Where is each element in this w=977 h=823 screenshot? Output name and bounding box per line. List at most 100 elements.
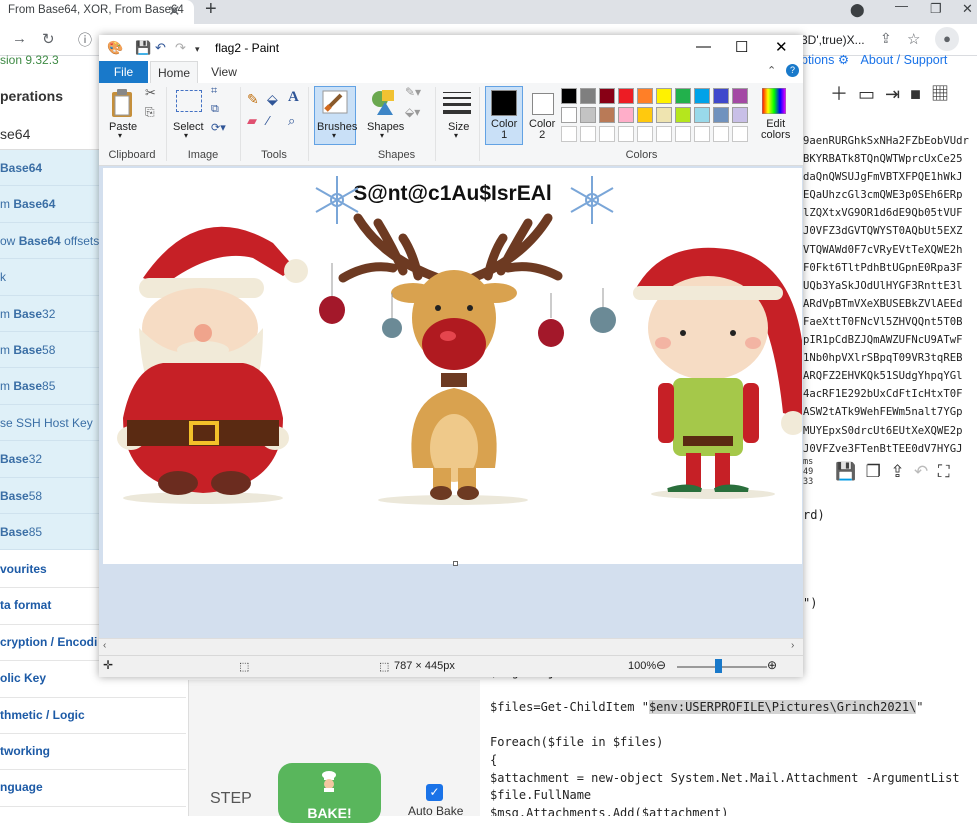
- canvas-area[interactable]: S@nt@c1Au$IsrEAl: [99, 166, 803, 638]
- shapes-label[interactable]: Shapes: [367, 121, 404, 133]
- palette-swatch[interactable]: [561, 107, 577, 123]
- palette-swatch[interactable]: [599, 107, 615, 123]
- minimize-icon[interactable]: —: [895, 0, 908, 13]
- operation-item[interactable]: m Base58: [0, 331, 100, 369]
- brush-icon[interactable]: [321, 89, 349, 115]
- scroll-right-icon[interactable]: ›: [791, 640, 794, 651]
- operation-item[interactable]: k: [0, 259, 100, 296]
- step-button[interactable]: STEP: [210, 790, 252, 808]
- pencil-icon[interactable]: ✎: [247, 91, 259, 108]
- palette-swatch[interactable]: [580, 126, 596, 142]
- quick-redo-icon[interactable]: ↷: [175, 40, 186, 56]
- palette-swatch[interactable]: [675, 107, 691, 123]
- magnifier-icon[interactable]: ⌕: [288, 113, 295, 129]
- gear-icon[interactable]: ⚙: [838, 53, 853, 67]
- operation-item[interactable]: m Base32: [0, 295, 100, 332]
- canvas-resize-handle[interactable]: [453, 561, 458, 566]
- palette-swatch[interactable]: [637, 107, 653, 123]
- paint-app-icon[interactable]: 🎨: [107, 40, 123, 56]
- replace-input-icon[interactable]: ⇪: [890, 462, 904, 481]
- paste-dropdown-icon[interactable]: ▾: [118, 131, 122, 140]
- zoom-slider-thumb[interactable]: [715, 659, 722, 673]
- site-info-icon[interactable]: ⓘ: [78, 30, 92, 50]
- address-bar-text[interactable]: 3D',true)X...: [801, 33, 865, 47]
- save-icon[interactable]: 💾: [835, 462, 856, 481]
- palette-swatch[interactable]: [599, 88, 615, 104]
- shapes-dropdown-icon[interactable]: ▾: [380, 131, 384, 140]
- resize-icon[interactable]: ⧉: [211, 103, 219, 116]
- palette-swatch[interactable]: [713, 107, 729, 123]
- layout-icon[interactable]: ▦: [931, 84, 949, 104]
- text-icon[interactable]: A: [288, 89, 299, 106]
- palette-swatch[interactable]: [713, 126, 729, 142]
- open-file-icon[interactable]: ⇥: [885, 84, 900, 104]
- zoom-out-icon[interactable]: ⊖: [656, 658, 666, 672]
- category-item[interactable]: thmetic / Logic: [0, 697, 186, 734]
- operation-item[interactable]: se SSH Host Key: [0, 404, 100, 442]
- palette-swatch[interactable]: [694, 88, 710, 104]
- eraser-icon[interactable]: ▰: [247, 113, 257, 129]
- palette-swatch[interactable]: [656, 88, 672, 104]
- palette-swatch[interactable]: [618, 88, 634, 104]
- input-text-area[interactable]: 9aenRURGhkSxNHa2FZbEobVUdr BKYRBATk8TQnQW…: [803, 132, 977, 454]
- color2-label[interactable]: Color 2: [529, 119, 555, 141]
- tab-view[interactable]: View: [202, 61, 246, 83]
- copy-paint-icon[interactable]: ⎘: [145, 105, 155, 120]
- palette-swatch[interactable]: [618, 107, 634, 123]
- restore-icon[interactable]: ❐: [930, 1, 942, 17]
- size-label[interactable]: Size: [448, 121, 469, 133]
- quick-undo-icon[interactable]: ↶: [155, 40, 166, 56]
- palette-swatch[interactable]: [599, 126, 615, 142]
- paint-minimize-icon[interactable]: —: [696, 38, 711, 55]
- tab-close-icon[interactable]: ✕: [168, 2, 181, 20]
- paint-close-icon[interactable]: ✕: [775, 38, 788, 56]
- select-label[interactable]: Select: [173, 121, 204, 133]
- tab-file[interactable]: File: [99, 61, 148, 83]
- paste-icon[interactable]: [110, 88, 134, 118]
- browser-tab[interactable]: From Base64, XOR, From Base64 ✕: [0, 0, 194, 24]
- help-icon[interactable]: ?: [786, 64, 799, 77]
- close-window-icon[interactable]: ✕: [962, 1, 973, 17]
- reload-icon[interactable]: ↻: [42, 30, 55, 48]
- palette-swatch[interactable]: [637, 126, 653, 142]
- zoom-slider-track[interactable]: [677, 666, 767, 668]
- scroll-left-icon[interactable]: ‹: [103, 640, 106, 651]
- tab-search-icon[interactable]: ⬤: [850, 2, 865, 18]
- image-canvas[interactable]: S@nt@c1Au$IsrEAl: [103, 168, 802, 564]
- operation-item[interactable]: Base58: [0, 477, 100, 514]
- paste-label[interactable]: Paste: [109, 121, 137, 133]
- palette-swatch[interactable]: [561, 88, 577, 104]
- palette-swatch[interactable]: [732, 107, 748, 123]
- maximize-icon[interactable]: ⛶: [938, 462, 950, 481]
- palette-swatch[interactable]: [694, 126, 710, 142]
- operation-item[interactable]: Base32: [0, 441, 100, 478]
- palette-swatch[interactable]: [675, 126, 691, 142]
- palette-swatch[interactable]: [732, 126, 748, 142]
- cut-icon[interactable]: ✂: [145, 85, 156, 101]
- category-item[interactable]: tworking: [0, 733, 186, 771]
- palette-swatch[interactable]: [732, 88, 748, 104]
- rotate-icon[interactable]: ⟳▾: [211, 121, 226, 134]
- undo-icon[interactable]: ↶: [914, 462, 928, 481]
- profile-avatar-icon[interactable]: ●: [935, 27, 959, 51]
- palette-swatch[interactable]: [637, 88, 653, 104]
- size-dropdown-icon[interactable]: ▾: [454, 131, 458, 140]
- new-tab-button[interactable]: +: [205, 0, 217, 21]
- operation-item[interactable]: m Base64: [0, 186, 100, 223]
- copy-icon[interactable]: ❐: [866, 462, 881, 481]
- bookmark-star-icon[interactable]: ☆: [907, 30, 920, 48]
- size-icon[interactable]: [443, 91, 471, 115]
- palette-swatch[interactable]: [580, 88, 596, 104]
- zoom-in-icon[interactable]: ⊕: [767, 658, 777, 672]
- category-item[interactable]: nguage: [0, 770, 186, 807]
- palette-swatch[interactable]: [713, 88, 729, 104]
- palette-swatch[interactable]: [656, 126, 672, 142]
- color-picker-icon[interactable]: ⁄: [267, 113, 269, 128]
- output-text-area[interactable]: $msg.subject = "Christmas Wishlist"$file…: [482, 664, 977, 816]
- tab-home[interactable]: Home: [150, 61, 198, 83]
- forward-icon[interactable]: →: [12, 30, 27, 47]
- quick-save-icon[interactable]: 💾: [135, 40, 151, 56]
- palette-swatch[interactable]: [561, 126, 577, 142]
- trash-icon[interactable]: ■: [910, 84, 921, 104]
- share-icon[interactable]: ⇪: [880, 30, 892, 47]
